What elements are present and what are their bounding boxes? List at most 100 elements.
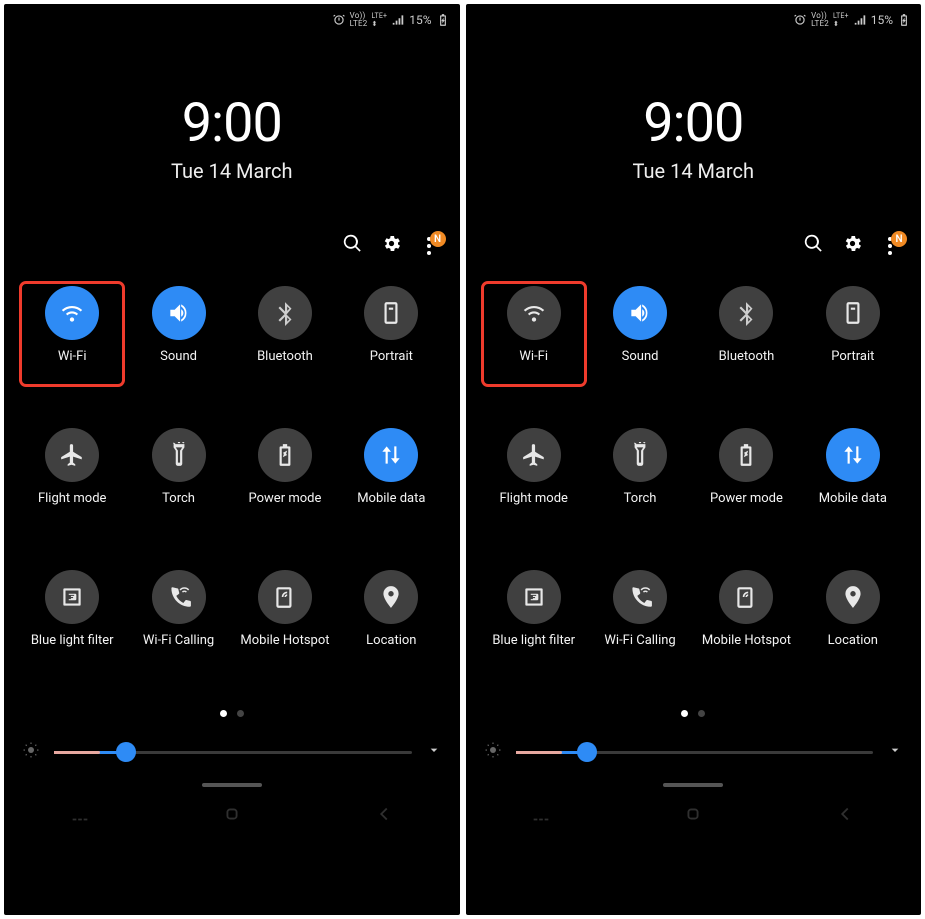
brightness-autobright-zone xyxy=(516,751,562,754)
signal-icon xyxy=(853,13,867,27)
brightness-icon xyxy=(484,741,502,763)
brightness-slider[interactable] xyxy=(466,717,922,773)
clock-block: 9:00 Tue 14 March xyxy=(466,32,922,193)
more-button[interactable]: N xyxy=(881,235,899,256)
tile-flight[interactable]: Flight mode xyxy=(484,428,584,520)
tile-label: Torch xyxy=(624,492,657,520)
tile-portrait[interactable]: Portrait xyxy=(803,286,903,378)
drag-handle[interactable] xyxy=(663,783,723,787)
recents-icon[interactable] xyxy=(530,803,552,829)
quick-settings-grid: Wi-Fi Sound Bluetooth Portrait Flight mo… xyxy=(4,268,460,662)
page-dot-2 xyxy=(698,710,705,717)
wificalling-icon xyxy=(152,570,206,624)
tile-label: Blue light filter xyxy=(492,634,575,662)
alarm-icon xyxy=(793,13,807,27)
back-icon[interactable] xyxy=(834,803,856,829)
battery-label: 15% xyxy=(409,13,431,27)
tile-hotspot[interactable]: Mobile Hotspot xyxy=(696,570,796,662)
hotspot-icon xyxy=(719,570,773,624)
brightness-thumb[interactable] xyxy=(116,742,136,762)
expand-brightness-icon[interactable] xyxy=(887,742,903,762)
sound-icon xyxy=(152,286,206,340)
page-indicator[interactable] xyxy=(4,710,460,717)
tile-location[interactable]: Location xyxy=(803,570,903,662)
bluelight-icon xyxy=(45,570,99,624)
tile-label: Mobile data xyxy=(357,492,425,520)
tile-sound[interactable]: Sound xyxy=(590,286,690,378)
drag-handle[interactable] xyxy=(202,783,262,787)
torch-icon xyxy=(613,428,667,482)
tile-wifi[interactable]: Wi-Fi xyxy=(482,282,586,386)
carrier-label: Vo))LTE2 xyxy=(350,12,368,28)
recents-icon[interactable] xyxy=(69,803,91,829)
tile-portrait[interactable]: Portrait xyxy=(341,286,441,378)
tile-label: Power mode xyxy=(249,492,322,520)
brightness-track[interactable] xyxy=(516,751,874,754)
carrier-label: Vo))LTE2 xyxy=(811,12,829,28)
settings-icon[interactable] xyxy=(842,233,863,258)
brightness-slider[interactable] xyxy=(4,717,460,773)
tile-power[interactable]: Power mode xyxy=(696,428,796,520)
tile-label: Location xyxy=(828,634,878,662)
status-bar: Vo))LTE2 LTE+⬍ 15% xyxy=(4,4,460,32)
clock-date: Tue 14 March xyxy=(4,159,460,183)
more-button[interactable]: N xyxy=(420,235,438,256)
tile-label: Wi-Fi Calling xyxy=(604,634,675,662)
tile-mobiledata[interactable]: Mobile data xyxy=(803,428,903,520)
tile-bluetooth[interactable]: Bluetooth xyxy=(696,286,796,378)
tile-label: Sound xyxy=(160,350,197,378)
clock-time: 9:00 xyxy=(466,92,922,155)
tile-flight[interactable]: Flight mode xyxy=(22,428,122,520)
system-nav xyxy=(4,801,460,831)
tile-label: Portrait xyxy=(831,350,874,378)
search-icon[interactable] xyxy=(803,233,824,258)
home-icon[interactable] xyxy=(221,803,243,829)
tile-wificalling[interactable]: Wi-Fi Calling xyxy=(590,570,690,662)
portrait-icon xyxy=(364,286,418,340)
tile-wifi[interactable]: Wi-Fi xyxy=(20,282,124,386)
clock-date: Tue 14 March xyxy=(466,159,922,183)
portrait-icon xyxy=(826,286,880,340)
settings-icon[interactable] xyxy=(381,233,402,258)
home-icon[interactable] xyxy=(682,803,704,829)
battery-saver-icon xyxy=(719,428,773,482)
battery-icon xyxy=(436,13,450,27)
tile-bluelight[interactable]: Blue light filter xyxy=(22,570,122,662)
tile-torch[interactable]: Torch xyxy=(590,428,690,520)
location-icon xyxy=(826,570,880,624)
page-dot-2 xyxy=(237,710,244,717)
expand-brightness-icon[interactable] xyxy=(426,742,442,762)
page-indicator[interactable] xyxy=(466,710,922,717)
tile-power[interactable]: Power mode xyxy=(235,428,335,520)
tile-sound[interactable]: Sound xyxy=(128,286,228,378)
brightness-track[interactable] xyxy=(54,751,412,754)
tile-hotspot[interactable]: Mobile Hotspot xyxy=(235,570,335,662)
mobiledata-icon xyxy=(826,428,880,482)
tile-label: Torch xyxy=(162,492,195,520)
tile-label: Mobile Hotspot xyxy=(702,634,791,662)
alarm-icon xyxy=(332,13,346,27)
clock-block: 9:00 Tue 14 March xyxy=(4,32,460,193)
tile-mobiledata[interactable]: Mobile data xyxy=(341,428,441,520)
lte-label: LTE+⬍ xyxy=(833,12,849,28)
panel-actions: N xyxy=(4,193,460,268)
tile-label: Flight mode xyxy=(38,492,107,520)
tile-torch[interactable]: Torch xyxy=(128,428,228,520)
quick-settings-grid: Wi-Fi Sound Bluetooth Portrait Flight mo… xyxy=(466,268,922,662)
more-badge: N xyxy=(430,231,446,247)
wifi-icon xyxy=(507,286,561,340)
battery-saver-icon xyxy=(258,428,312,482)
brightness-thumb[interactable] xyxy=(577,742,597,762)
tile-bluetooth[interactable]: Bluetooth xyxy=(235,286,335,378)
tile-location[interactable]: Location xyxy=(341,570,441,662)
tile-label: Sound xyxy=(622,350,659,378)
more-badge: N xyxy=(891,231,907,247)
tile-bluelight[interactable]: Blue light filter xyxy=(484,570,584,662)
search-icon[interactable] xyxy=(342,233,363,258)
tile-wificalling[interactable]: Wi-Fi Calling xyxy=(128,570,228,662)
back-icon[interactable] xyxy=(373,803,395,829)
lte-label: LTE+⬍ xyxy=(371,12,387,28)
tile-label: Location xyxy=(366,634,416,662)
bluetooth-icon xyxy=(258,286,312,340)
quick-settings-panel-left: Vo))LTE2 LTE+⬍ 15% 9:00 Tue 14 March N W… xyxy=(4,4,460,915)
